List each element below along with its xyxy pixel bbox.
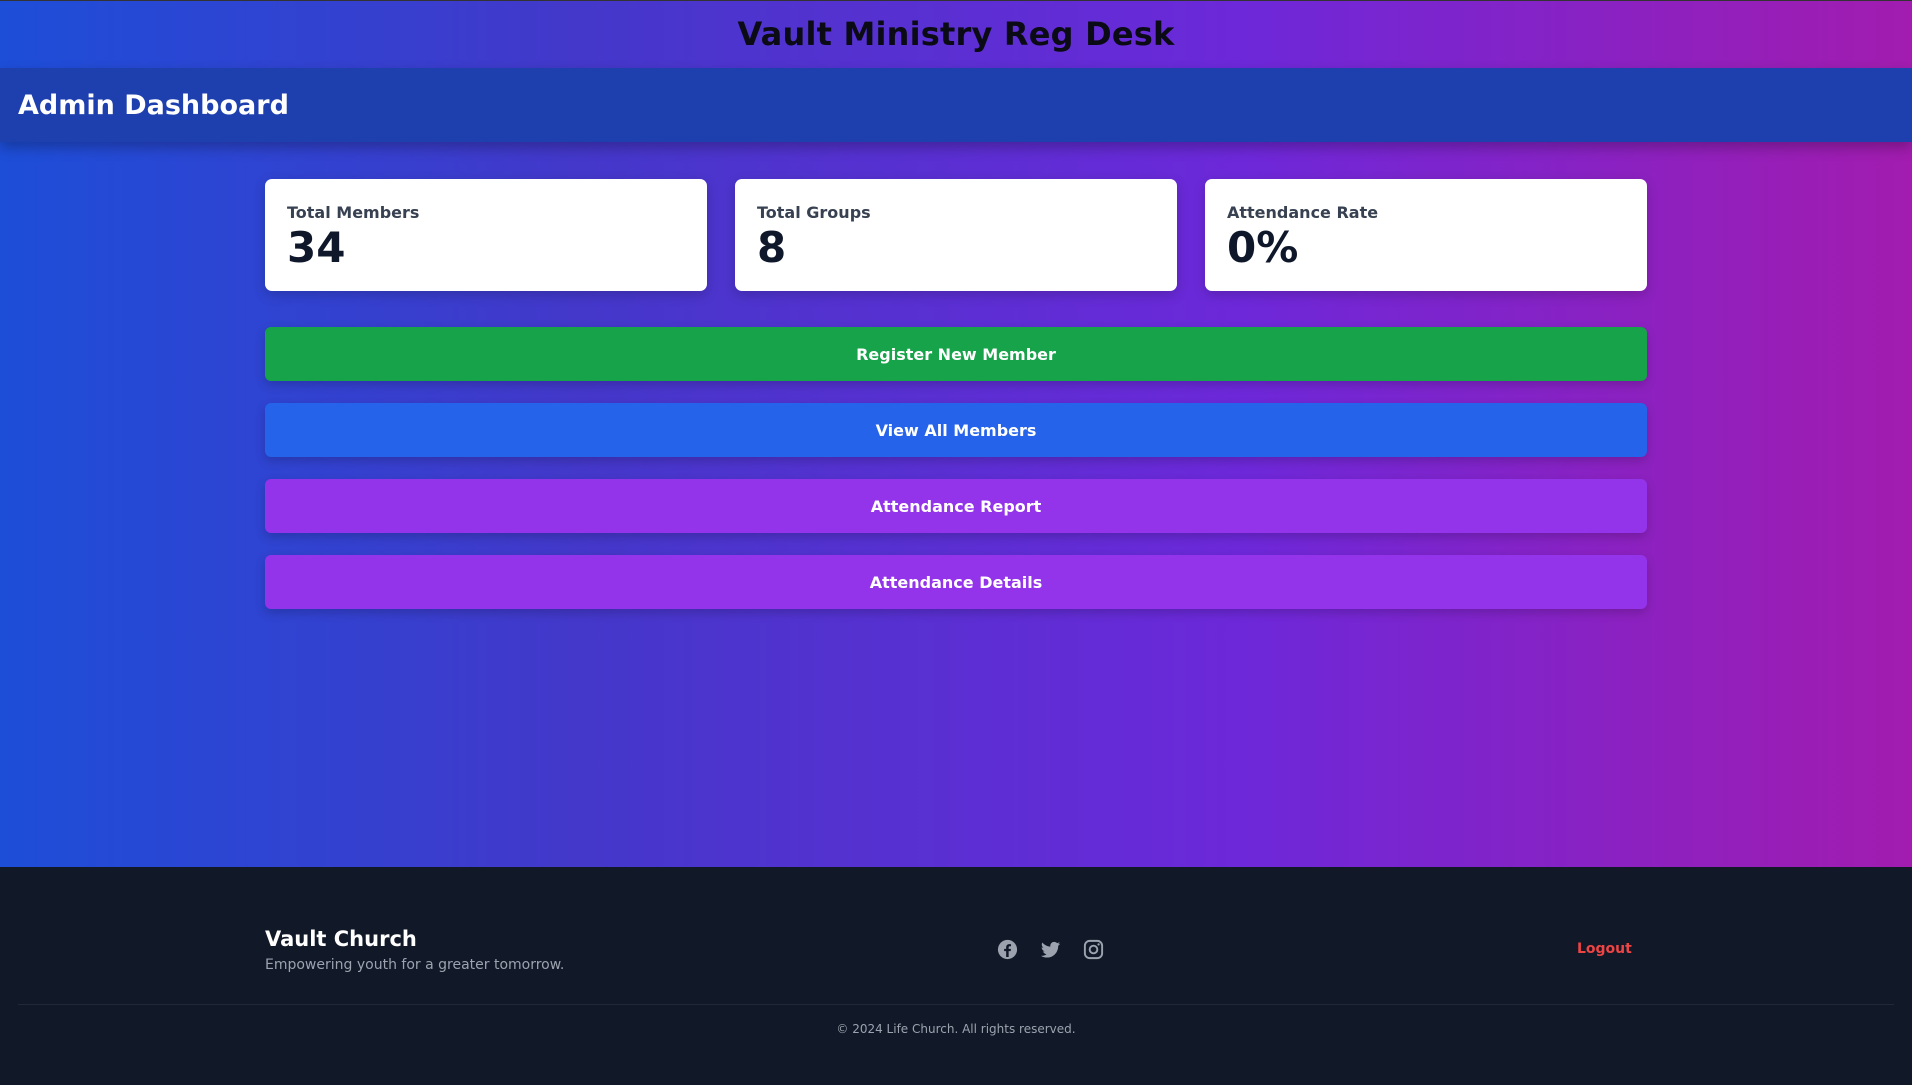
stats-row: Total Members 34 Total Groups 8 Attendan… (265, 179, 1647, 291)
stat-label: Total Groups (757, 203, 871, 222)
instagram-icon[interactable] (1082, 938, 1105, 961)
app-title: Vault Ministry Reg Desk (737, 15, 1175, 53)
social-links (996, 938, 1105, 961)
action-buttons: Register New Member View All Members Att… (265, 327, 1647, 631)
logout-link[interactable]: Logout (1577, 941, 1632, 957)
stat-value: 34 (287, 223, 346, 272)
view-all-members-button[interactable]: View All Members (265, 403, 1647, 457)
attendance-details-button[interactable]: Attendance Details (265, 555, 1647, 609)
stat-card-total-members: Total Members 34 (265, 179, 707, 291)
copyright-text: © 2024 Life Church. All rights reserved. (836, 1022, 1076, 1036)
footer: Vault Church Empowering youth for a grea… (0, 867, 1912, 1085)
stat-value: 0% (1227, 223, 1299, 272)
stat-card-total-groups: Total Groups 8 (735, 179, 1177, 291)
attendance-report-button[interactable]: Attendance Report (265, 479, 1647, 533)
register-new-member-button[interactable]: Register New Member (265, 327, 1647, 381)
admin-header: Admin Dashboard (0, 68, 1912, 142)
twitter-icon[interactable] (1039, 938, 1062, 961)
stat-card-attendance-rate: Attendance Rate 0% (1205, 179, 1647, 291)
stat-label: Total Members (287, 203, 420, 222)
page-title: Admin Dashboard (18, 89, 289, 121)
facebook-icon[interactable] (996, 938, 1019, 961)
stat-value: 8 (757, 223, 787, 272)
app-title-bar: Vault Ministry Reg Desk (0, 1, 1912, 67)
footer-brand: Vault Church Empowering youth for a grea… (265, 927, 564, 973)
brand-tagline: Empowering youth for a greater tomorrow. (265, 957, 565, 973)
footer-divider (18, 1004, 1894, 1005)
brand-name: Vault Church (265, 927, 417, 951)
stat-label: Attendance Rate (1227, 203, 1379, 222)
app-main-area: Vault Ministry Reg Desk Admin Dashboard … (0, 0, 1912, 867)
